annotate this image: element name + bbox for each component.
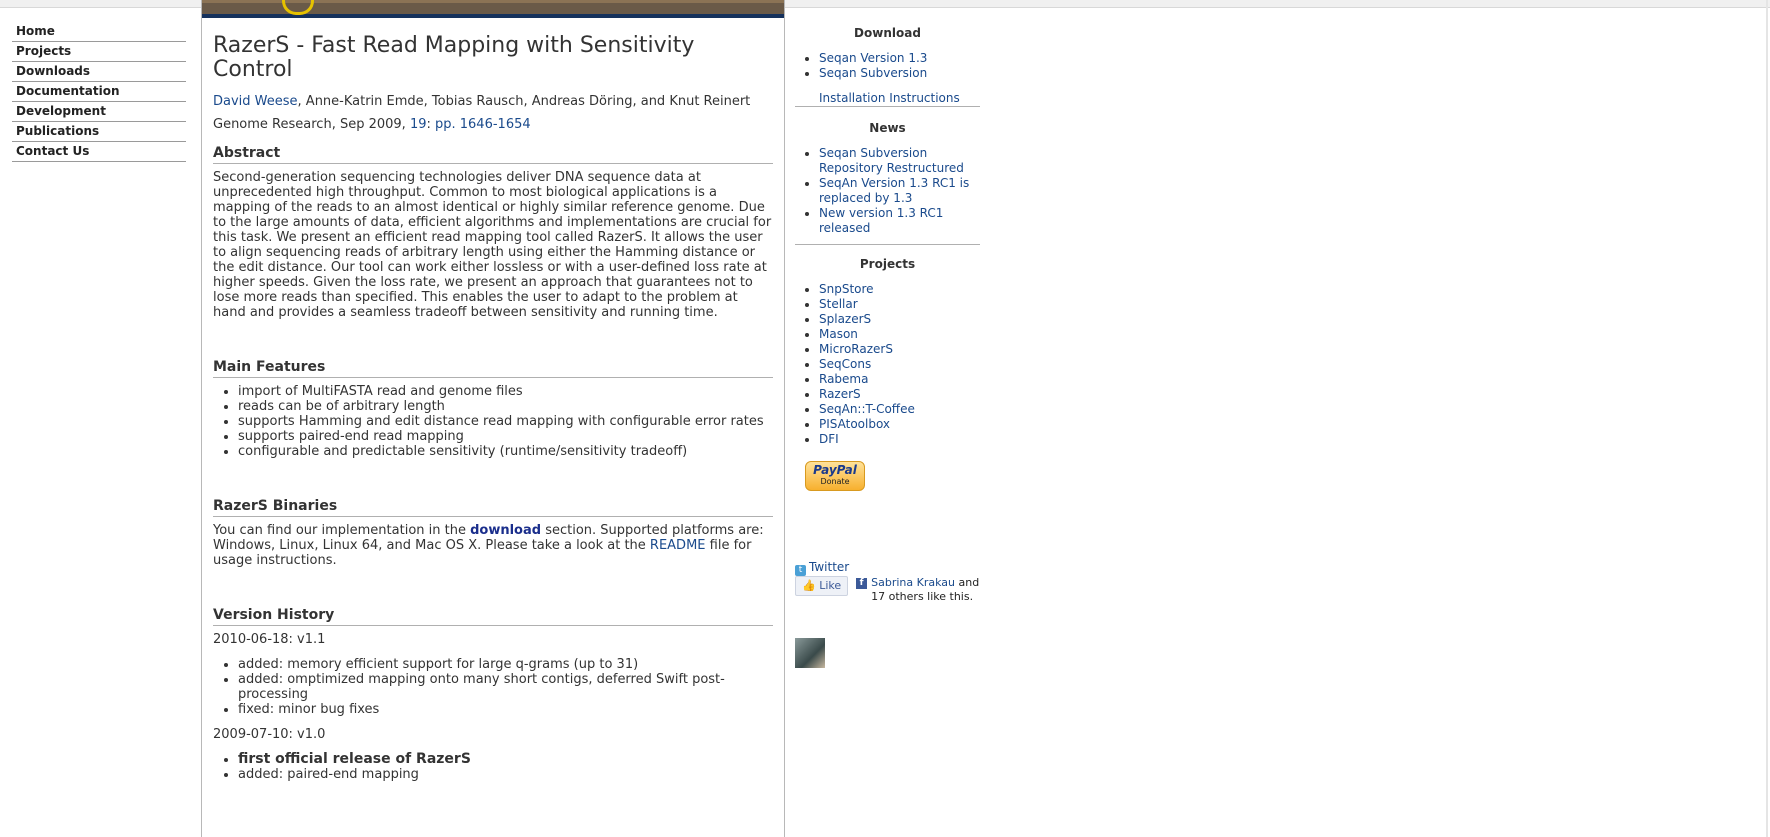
twitter-bird-icon: t [795,565,806,576]
twitter-widget: t Twitter [795,560,849,576]
citation-journal: Genome Research, Sep 2009, [213,117,410,132]
feature-item: configurable and predictable sensitivity… [238,444,773,459]
feature-item: supports paired-end read mapping [238,429,773,444]
abstract-heading: Abstract [213,146,773,164]
change-item: added: memory efficient support for larg… [238,657,773,672]
readme-link[interactable]: README [650,538,706,553]
download-heading: Download [854,26,921,40]
facebook-friend-avatar[interactable] [795,638,825,668]
news-heading: News [869,121,906,135]
download-block: Download Seqan Version 1.3 Seqan Subvers… [795,26,980,107]
version-changes-list: added: memory efficient support for larg… [213,657,773,717]
nav-home[interactable]: Home [12,22,186,42]
change-item: added: omptimized mapping onto many shor… [238,672,773,702]
project-link[interactable]: RazerS [819,387,861,401]
change-item: added: paired-end mapping [238,767,773,782]
project-link[interactable]: DFI [819,432,839,446]
projects-block: Projects SnpStore Stellar SplazerS Mason… [795,257,980,491]
download-link[interactable]: download [470,523,541,538]
paypal-donate-label: Donate [820,477,850,486]
feature-item: import of MultiFASTA read and genome fil… [238,384,773,399]
author-link-david-weese[interactable]: David Weese [213,94,298,109]
twitter-link[interactable]: Twitter [809,560,849,574]
project-link[interactable]: SplazerS [819,312,871,326]
feature-item: reads can be of arbitrary length [238,399,773,414]
change-item-bold: first official release of RazerS [238,751,471,767]
binaries-text-part: You can find our implementation in the [213,523,471,538]
authors-rest: , Anne-Katrin Emde, Tobias Rausch, Andre… [297,94,751,109]
version-date: 2010-06-18: v1.1 [213,632,326,647]
project-link[interactable]: Mason [819,327,858,341]
page-title: RazerS - Fast Read Mapping with Sensitiv… [213,33,695,82]
change-item: fixed: minor bug fixes [238,702,773,717]
download-link-label: download [470,523,542,538]
nav-contact-us[interactable]: Contact Us [12,142,186,162]
fb-others-text: 17 others like this. [871,590,974,603]
left-navigation: Home Projects Downloads Documentation De… [12,22,186,162]
feature-item: supports Hamming and edit distance read … [238,414,773,429]
main-column: RazerS - Fast Read Mapping with Sensitiv… [201,0,785,837]
facebook-friend-link[interactable]: Sabrina Krakau [871,576,955,589]
news-item-link[interactable]: SeqAn Version 1.3 RC1 is replaced by 1.3 [819,176,969,205]
version-date: 2009-07-10: v1.0 [213,727,326,742]
citation-separator: : [426,117,435,132]
news-item-link[interactable]: New version 1.3 RC1 released [819,206,943,235]
article-content: RazerS - Fast Read Mapping with Sensitiv… [213,34,773,782]
facebook-f-icon: f [856,578,868,589]
like-label: Like [819,579,842,592]
citation-pages-link[interactable]: pp. 1646-1654 [435,117,531,132]
project-link[interactable]: MicroRazerS [819,342,893,356]
fb-and-text: and [955,576,980,589]
thumbs-up-icon: 👍 [802,579,816,592]
nav-documentation[interactable]: Documentation [12,82,186,102]
facebook-like-button[interactable]: 👍 Like [795,576,849,596]
change-item: first official release of RazerS [238,752,773,767]
facebook-like-widget: 👍 Like f Sabrina Krakau and 17 others like … [795,576,985,604]
project-link[interactable]: SnpStore [819,282,874,296]
features-list: import of MultiFASTA read and genome fil… [213,384,773,459]
facebook-like-text: Sabrina Krakau and 17 others like this. [871,576,981,604]
right-sidebar: Download Seqan Version 1.3 Seqan Subvers… [795,26,980,668]
nav-development[interactable]: Development [12,102,186,122]
seqan-version-link[interactable]: Seqan Version 1.3 [819,51,927,65]
history-heading: Version History [213,608,773,626]
binaries-text: You can find our implementation in the d… [213,523,773,568]
installation-instructions-link[interactable]: Installation Instructions [795,91,980,106]
binaries-heading: RazerS Binaries [213,499,773,517]
project-link[interactable]: Rabema [819,372,868,386]
projects-heading: Projects [859,257,916,271]
project-link[interactable]: Stellar [819,297,858,311]
header-banner [202,0,784,18]
features-heading: Main Features [213,360,773,378]
authors-line: David Weese, Anne-Katrin Emde, Tobias Ra… [213,94,773,109]
seqan-subversion-link[interactable]: Seqan Subversion [819,66,927,80]
project-link[interactable]: SeqCons [819,357,871,371]
nav-projects[interactable]: Projects [12,42,186,62]
citation-line: Genome Research, Sep 2009, 19: pp. 1646-… [213,117,773,132]
news-block: News Seqan Subversion Repository Restruc… [795,121,980,245]
version-changes-list: first official release of RazerS added: … [213,752,773,783]
project-link[interactable]: PISAtoolbox [819,417,890,431]
project-link[interactable]: SeqAn::T-Coffee [819,402,915,416]
nav-downloads[interactable]: Downloads [12,62,186,82]
news-item-link[interactable]: Seqan Subversion Repository Restructured [819,146,964,175]
citation-volume-link[interactable]: 19 [410,117,427,132]
paypal-logo-text: PayPal [813,463,857,477]
nav-publications[interactable]: Publications [12,122,186,142]
abstract-text: Second-generation sequencing technologie… [213,170,772,320]
paypal-donate-button[interactable]: PayPal Donate [805,461,865,491]
